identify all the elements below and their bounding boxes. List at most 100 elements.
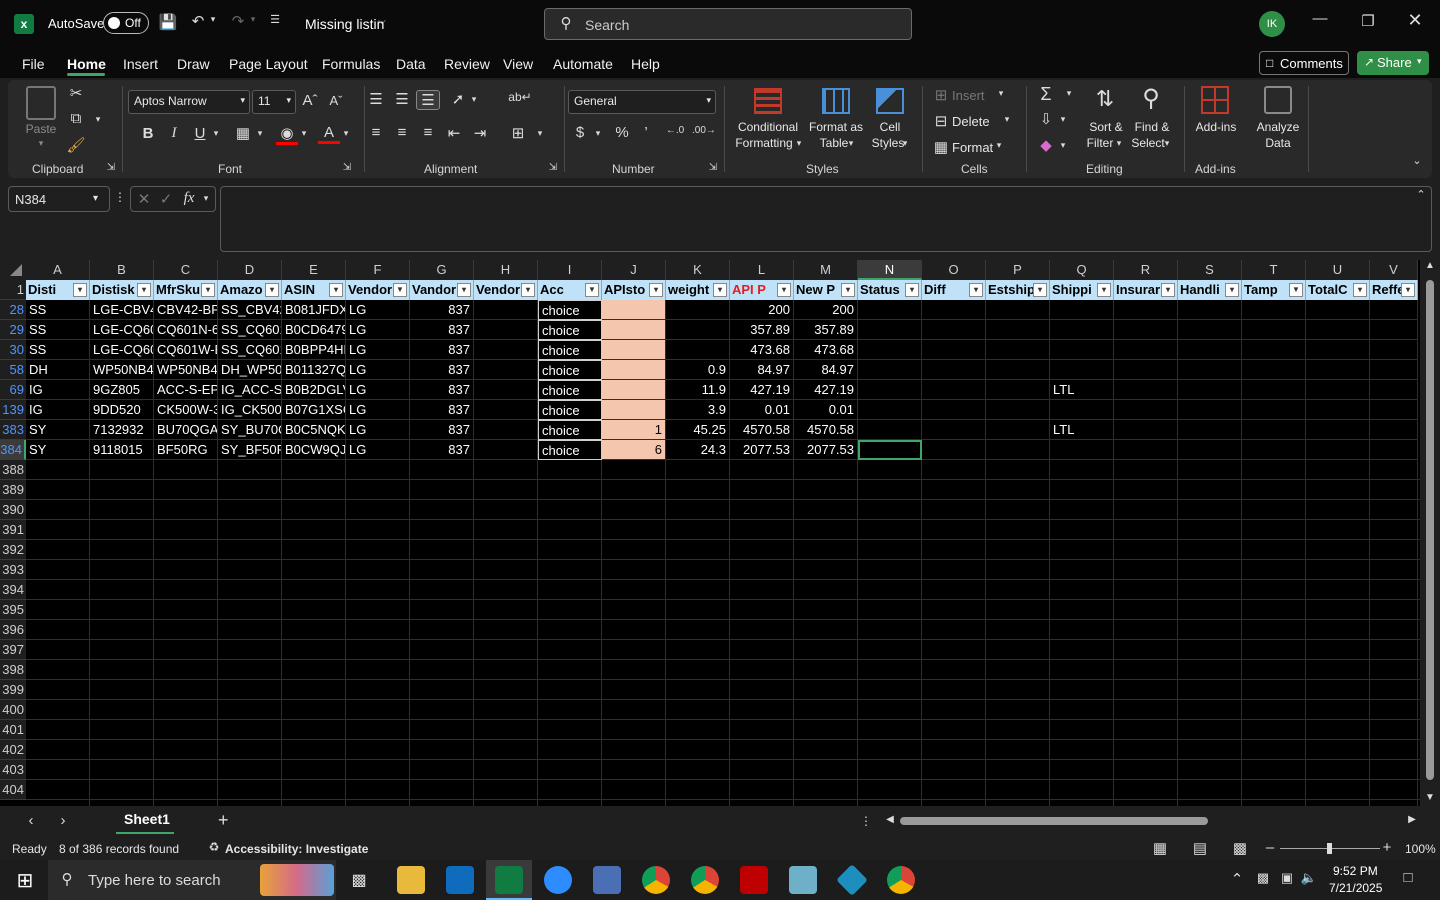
table-cell[interactable]: LG (346, 440, 410, 460)
table-cell[interactable] (602, 400, 666, 420)
table-cell[interactable]: WP50NB4 (154, 360, 218, 380)
table-cell[interactable]: 473.68 (794, 340, 858, 360)
table-cell[interactable] (1178, 320, 1242, 340)
windows-start-icon[interactable]: ⊞ (14, 868, 36, 893)
table-cell[interactable]: SS (26, 340, 90, 360)
table-cell[interactable]: 0.9 (666, 360, 730, 380)
table-cell[interactable]: choice (538, 300, 602, 320)
menu-page-layout[interactable]: Page Layout (229, 56, 308, 72)
format-as-table-line2[interactable]: Table (802, 136, 866, 151)
filter-dropdown-icon[interactable]: ▾ (1161, 283, 1175, 297)
table-cell[interactable]: SY_BF50R (218, 440, 282, 460)
table-header-cell[interactable]: New P ▾ (794, 280, 858, 300)
add-ins-button[interactable]: Add-ins (1188, 120, 1244, 135)
table-cell[interactable]: SY (26, 420, 90, 440)
column-header-n[interactable]: N (858, 260, 922, 280)
copy-icon[interactable]: ⧉ (66, 110, 86, 127)
table-header-cell[interactable]: weight ▾ (666, 280, 730, 300)
table-cell[interactable] (1242, 300, 1306, 320)
chrome-icon[interactable] (642, 866, 670, 894)
table-header-cell[interactable]: Vandor ▾ (410, 280, 474, 300)
fill-chevron-icon[interactable]: ▾ (1058, 114, 1068, 125)
analyze-data-icon[interactable] (1264, 86, 1292, 114)
name-box[interactable]: N384 ▾ (8, 186, 110, 212)
row-header[interactable]: 396 (0, 620, 26, 640)
filter-dropdown-icon[interactable]: ▾ (777, 283, 791, 297)
scroll-left-icon[interactable]: ◀ (884, 814, 896, 825)
normal-view-icon[interactable]: ▦ (1150, 839, 1170, 857)
find-select-line1[interactable]: Find & (1128, 120, 1176, 135)
insert-cells-icon[interactable]: ⊞ (932, 86, 950, 104)
merge-center-icon[interactable]: ⊞ (508, 124, 528, 142)
table-cell[interactable] (1050, 360, 1114, 380)
table-cell[interactable]: 9GZ805 (90, 380, 154, 400)
scroll-right-icon[interactable]: ▶ (1406, 814, 1418, 825)
table-cell[interactable] (1114, 420, 1178, 440)
table-cell[interactable] (602, 360, 666, 380)
table-cell[interactable] (922, 320, 986, 340)
column-header-e[interactable]: E (282, 260, 346, 280)
share-button[interactable]: ↗ Share ▾ (1357, 51, 1429, 75)
row-header[interactable]: 384 (0, 440, 26, 460)
table-cell[interactable] (1114, 440, 1178, 460)
menu-view[interactable]: View (503, 56, 533, 72)
increase-indent-icon[interactable]: ⇥ (470, 124, 490, 142)
table-cell[interactable]: CQ601W-E (154, 340, 218, 360)
outlook-icon[interactable] (446, 866, 474, 894)
table-cell[interactable]: 200 (794, 300, 858, 320)
underline-chevron-icon[interactable]: ▾ (210, 128, 222, 139)
table-cell[interactable] (1370, 320, 1418, 340)
align-bottom-icon[interactable]: ☰ (416, 90, 440, 110)
worksheet-grid[interactable]: ABCDEFGHIJKLMNOPQRSTUV 1 Disti ▾ Distisk ▾ Mf… (0, 260, 1440, 806)
orientation-icon[interactable]: ➚ (448, 90, 468, 108)
table-cell[interactable] (1114, 340, 1178, 360)
table-cell[interactable]: 7132932 (90, 420, 154, 440)
redo-icon[interactable]: ↷ (228, 12, 248, 30)
table-cell[interactable] (1178, 400, 1242, 420)
clear-chevron-icon[interactable]: ▾ (1058, 140, 1068, 151)
table-cell[interactable]: 837 (410, 300, 474, 320)
column-header-l[interactable]: L (730, 260, 794, 280)
table-cell[interactable]: choice (538, 420, 602, 440)
table-cell[interactable]: IG (26, 400, 90, 420)
font-size-select[interactable]: 11 ▾ (252, 90, 296, 114)
column-header-j[interactable]: J (602, 260, 666, 280)
filter-dropdown-icon[interactable]: ▾ (1225, 283, 1239, 297)
currency-icon[interactable]: $ (572, 124, 588, 141)
column-header-i[interactable]: I (538, 260, 602, 280)
table-cell[interactable] (1306, 380, 1370, 400)
row-header[interactable]: 390 (0, 500, 26, 520)
volume-icon[interactable]: 🔈 (1300, 870, 1318, 886)
table-cell[interactable]: choice (538, 380, 602, 400)
format-cells-chevron-icon[interactable]: ▾ (994, 140, 1004, 151)
table-cell[interactable] (922, 400, 986, 420)
tray-app-icon[interactable]: ▩ (1254, 870, 1272, 886)
table-cell[interactable] (1050, 300, 1114, 320)
align-middle-icon[interactable]: ☰ (392, 90, 412, 108)
column-header-d[interactable]: D (218, 260, 282, 280)
table-cell[interactable] (666, 300, 730, 320)
table-cell[interactable]: LG (346, 300, 410, 320)
autosum-chevron-icon[interactable]: ▾ (1064, 88, 1074, 99)
table-cell[interactable] (1306, 320, 1370, 340)
table-cell[interactable]: choice (538, 440, 602, 460)
borders-chevron-icon[interactable]: ▾ (254, 128, 266, 139)
table-cell[interactable] (986, 320, 1050, 340)
table-cell[interactable]: 357.89 (730, 320, 794, 340)
table-cell[interactable] (474, 300, 538, 320)
table-cell[interactable]: B081JFDXS (282, 300, 346, 320)
currency-chevron-icon[interactable]: ▾ (592, 128, 604, 139)
borders-icon[interactable]: ▦ (232, 124, 254, 142)
format-cells-icon[interactable]: ▦ (932, 138, 950, 156)
table-cell[interactable] (1370, 400, 1418, 420)
table-cell[interactable]: 1 (602, 420, 666, 440)
table-cell[interactable]: 357.89 (794, 320, 858, 340)
wrap-text-icon[interactable]: ab↵ (508, 90, 532, 104)
autosum-icon[interactable]: Σ (1036, 84, 1056, 105)
table-header-cell[interactable]: Acc ▼ (538, 280, 602, 300)
menu-draw[interactable]: Draw (177, 56, 210, 72)
prev-sheet-icon[interactable]: ‹ (24, 812, 38, 829)
row-header[interactable]: 58 (0, 360, 26, 380)
align-center-icon[interactable]: ≡ (392, 124, 412, 141)
sort-filter-chevron-icon[interactable]: ▾ (1114, 138, 1124, 149)
